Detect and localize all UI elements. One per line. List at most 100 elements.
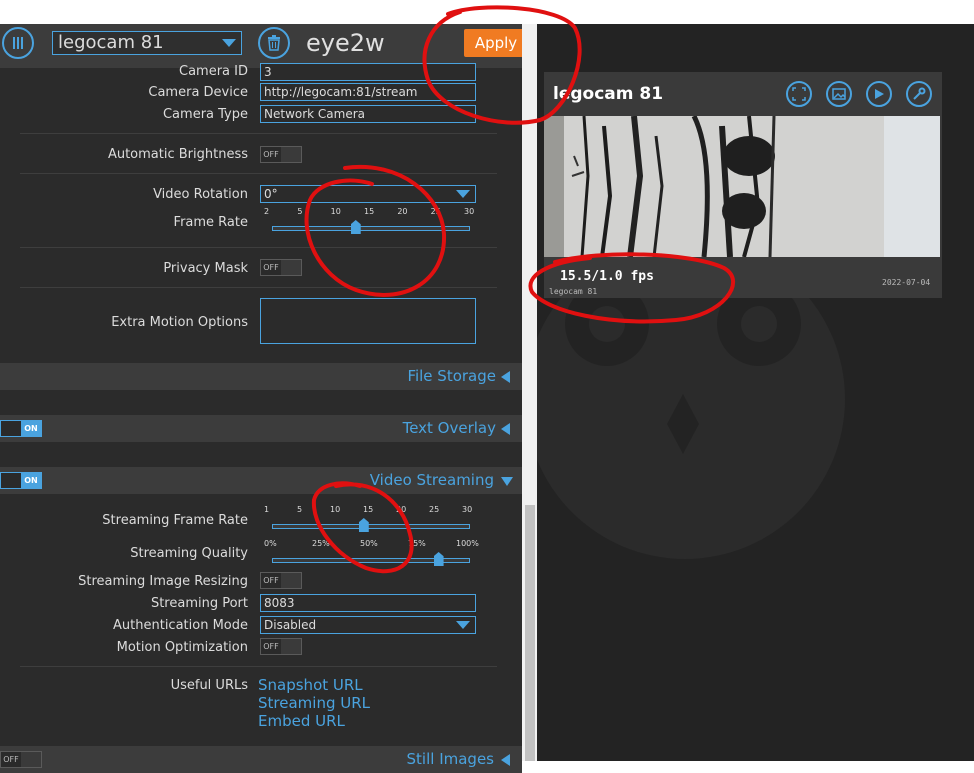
streaming-port-field[interactable]: 8083 <box>260 594 476 612</box>
chevron-down-icon <box>222 39 236 47</box>
video-rotation-label: Video Rotation <box>153 187 248 202</box>
play-button[interactable] <box>866 81 892 107</box>
auto-brightness-toggle[interactable]: OFF <box>260 146 302 163</box>
slider-tick-label: 2 <box>264 207 270 216</box>
streaming-quality-ticks: 0% 25% 50% 75% 100% <box>264 539 480 549</box>
slider-tick-label: 20 <box>397 207 408 216</box>
camera-image-scene <box>544 114 940 258</box>
apply-button[interactable]: Apply <box>464 29 528 57</box>
privacy-mask-toggle[interactable]: OFF <box>260 259 302 276</box>
chevron-down-icon <box>456 621 470 629</box>
section-title: File Storage <box>407 367 496 385</box>
picture-icon <box>832 88 846 100</box>
slider-tick-label: 0% <box>264 539 277 548</box>
toggle-state: OFF <box>261 573 281 588</box>
streaming-frame-rate-track[interactable] <box>272 524 470 529</box>
camera-id-label: Camera ID <box>179 64 248 79</box>
slider-tick-label: 20 <box>396 505 407 514</box>
slider-tick-label: 75% <box>408 539 426 548</box>
slider-tick-label: 10 <box>330 505 341 514</box>
privacy-mask-label: Privacy Mask <box>163 261 248 276</box>
frame-rate-track[interactable] <box>272 226 470 231</box>
play-icon <box>875 89 884 99</box>
extra-motion-label: Extra Motion Options <box>111 315 248 330</box>
auth-mode-label: Authentication Mode <box>113 618 248 633</box>
slider-tick-label: 25% <box>312 539 330 548</box>
snapshot-button[interactable] <box>826 81 852 107</box>
streaming-port-label: Streaming Port <box>150 596 248 611</box>
slider-tick-label: 25 <box>429 505 440 514</box>
frame-rate-label: Frame Rate <box>173 215 248 230</box>
camera-id-field[interactable]: 3 <box>260 63 476 81</box>
toggle-state: OFF <box>261 147 281 162</box>
streaming-resizing-label: Streaming Image Resizing <box>78 574 248 589</box>
streaming-resizing-toggle[interactable]: OFF <box>260 572 302 589</box>
slider-tick-label: 25 <box>430 207 441 216</box>
streaming-quality-label: Streaming Quality <box>130 546 248 561</box>
slider-tick-label: 15 <box>363 505 374 514</box>
streaming-frame-rate-ticks: 1 5 10 15 20 25 30 <box>264 505 474 515</box>
fullscreen-icon <box>792 87 806 101</box>
text-overlay-toggle[interactable]: ON <box>0 420 42 437</box>
divider <box>20 173 497 174</box>
camera-settings-button[interactable] <box>906 81 932 107</box>
slider-tick-label: 10 <box>330 207 341 216</box>
top-margin <box>0 0 974 24</box>
camera-view-title: legocam 81 <box>553 84 664 104</box>
still-images-toggle[interactable]: OFF <box>0 751 42 768</box>
chevron-left-icon <box>501 754 510 766</box>
camera-type-label: Camera Type <box>162 107 248 122</box>
slider-tick-label: 30 <box>464 207 475 216</box>
camera-select-value: legocam 81 <box>58 32 164 53</box>
toggle-state: OFF <box>261 260 281 275</box>
still-images-section[interactable]: OFF Still Images <box>0 746 522 773</box>
slider-tick-label: 50% <box>360 539 378 548</box>
snapshot-url-link[interactable]: Snapshot URL <box>258 676 363 694</box>
camera-device-label: Camera Device <box>148 85 248 100</box>
camera-device-field[interactable]: http://legocam:81/stream <box>260 83 476 101</box>
scrollbar-thumb[interactable] <box>525 505 535 761</box>
auto-brightness-label: Automatic Brightness <box>107 147 248 162</box>
video-streaming-toggle[interactable]: ON <box>0 472 42 489</box>
wrench-icon <box>913 87 926 100</box>
chevron-down-icon <box>456 190 470 198</box>
useful-urls-label: Useful URLs <box>170 678 248 693</box>
section-title: Video Streaming <box>369 471 494 489</box>
slider-tick-label: 100% <box>456 539 479 548</box>
streaming-url-link[interactable]: Streaming URL <box>258 694 370 712</box>
trash-icon <box>268 35 280 51</box>
slider-tick-label: 5 <box>297 505 303 514</box>
chevron-left-icon <box>501 423 510 435</box>
embed-url-link[interactable]: Embed URL <box>258 712 345 730</box>
menu-button[interactable] <box>2 27 34 59</box>
frame-rate-ticks: 2 5 10 15 20 25 30 <box>264 207 474 217</box>
fullscreen-button[interactable] <box>786 81 812 107</box>
fps-readout: 15.5/1.0 fps <box>560 269 654 284</box>
slider-tick-label: 30 <box>462 505 473 514</box>
camera-image <box>544 114 940 258</box>
divider <box>20 247 497 248</box>
motion-optimization-label: Motion Optimization <box>116 640 248 655</box>
auth-mode-select[interactable]: Disabled <box>260 616 476 634</box>
extra-motion-textarea[interactable] <box>260 298 476 344</box>
app-title: eye2w <box>306 29 385 57</box>
slider-tick-label: 1 <box>264 505 270 514</box>
delete-camera-button[interactable] <box>258 27 290 59</box>
toggle-state: OFF <box>261 639 281 654</box>
section-title: Still Images <box>406 750 494 768</box>
chevron-down-icon <box>501 477 513 486</box>
toggle-state: ON <box>21 473 41 488</box>
slider-tick-label: 15 <box>364 207 375 216</box>
toggle-state: ON <box>21 421 41 436</box>
motion-optimization-toggle[interactable]: OFF <box>260 638 302 655</box>
camera-type-field[interactable]: Network Camera <box>260 105 476 123</box>
video-streaming-section[interactable]: ON Video Streaming <box>0 467 522 494</box>
video-rotation-select[interactable]: 0° <box>260 185 476 203</box>
chevron-left-icon <box>501 371 510 383</box>
divider <box>20 287 497 288</box>
divider <box>20 133 497 134</box>
toggle-state: OFF <box>1 752 21 767</box>
file-storage-section[interactable]: File Storage <box>0 363 522 390</box>
text-overlay-section[interactable]: ON Text Overlay <box>0 415 522 442</box>
slider-tick-label: 5 <box>297 207 303 216</box>
